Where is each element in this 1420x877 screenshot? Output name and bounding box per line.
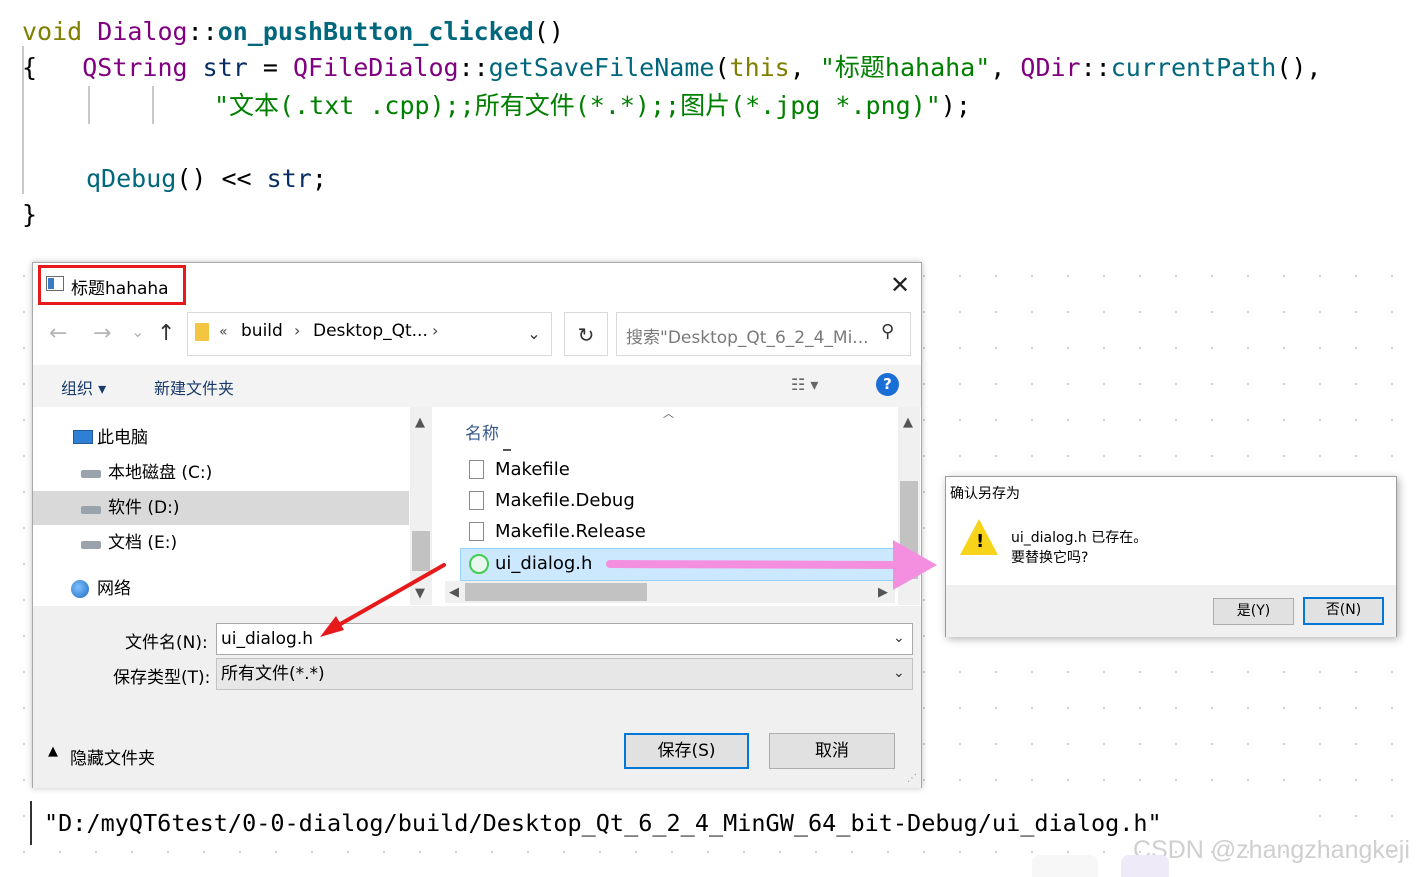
confirm-message-line2: 要替换它吗? bbox=[1011, 550, 1089, 566]
code-line-1: void Dialog::on_pushButton_clicked() bbox=[22, 17, 564, 46]
nav-item-drive-c[interactable]: 本地磁盘 (C:) bbox=[108, 456, 212, 490]
horizontal-scroll-thumb[interactable] bbox=[465, 583, 647, 601]
code-line-3: "文本(.txt .cpp);;所有文件(*.*);;图片(*.jpg *.pn… bbox=[214, 91, 971, 120]
confirm-message-line1: ui_dialog.h 已存在。 bbox=[1011, 530, 1148, 546]
chevron-down-icon[interactable]: ⌄ bbox=[893, 630, 905, 646]
folder-icon bbox=[195, 323, 209, 341]
file-scroll-thumb[interactable] bbox=[900, 481, 918, 579]
no-button[interactable]: 否(N) bbox=[1303, 597, 1384, 625]
confirm-title: 确认另存为 bbox=[950, 486, 1020, 502]
local-disk-icon bbox=[81, 470, 101, 478]
yes-button[interactable]: 是(Y) bbox=[1213, 598, 1294, 625]
nav-scroll-thumb[interactable] bbox=[412, 531, 430, 571]
file-icon bbox=[469, 491, 484, 510]
file-item[interactable]: Makefile.Debug bbox=[495, 486, 635, 516]
watermark: CSDN @zhangzhangkeji bbox=[1133, 836, 1410, 864]
nav-pane-scrollbar[interactable] bbox=[410, 407, 432, 605]
address-dropdown-icon[interactable]: ⌄ bbox=[515, 312, 553, 356]
file-item[interactable]: Makefile.Release bbox=[495, 517, 646, 547]
breadcrumb-sep: › bbox=[294, 321, 301, 340]
bottom-tab[interactable] bbox=[1032, 855, 1098, 877]
nav-item-drive-e[interactable]: 文档 (E:) bbox=[108, 526, 177, 560]
recent-locations-icon[interactable]: ⌄ bbox=[131, 318, 144, 346]
breadcrumb-overflow[interactable]: « bbox=[219, 324, 228, 340]
nav-item-network[interactable]: 网络 bbox=[97, 572, 131, 606]
file-icon bbox=[469, 522, 484, 541]
scroll-up-icon[interactable]: ▲ bbox=[415, 415, 425, 430]
this-pc-icon bbox=[73, 430, 93, 444]
up-arrow-icon[interactable]: ↑ bbox=[157, 320, 175, 348]
scroll-right-icon[interactable]: ▶ bbox=[878, 585, 888, 600]
breadcrumb-sep: › bbox=[432, 321, 439, 340]
view-options-icon[interactable]: ☷ ▾ bbox=[791, 375, 818, 394]
scroll-up-icon[interactable]: ▲ bbox=[903, 415, 913, 430]
file-item-selected[interactable]: ui_dialog.h bbox=[495, 549, 592, 579]
refresh-icon[interactable]: ↻ bbox=[564, 312, 608, 356]
save-button[interactable]: 保存(S) bbox=[624, 733, 749, 769]
partial-row-fragment bbox=[503, 449, 511, 451]
filetype-select[interactable]: 所有文件(*.*) bbox=[216, 658, 913, 690]
sort-indicator-icon: ︿ bbox=[663, 407, 674, 420]
qt-header-file-icon bbox=[469, 554, 489, 574]
confirm-save-as-dialog: 确认另存为 ! ui_dialog.h 已存在。 要替换它吗? 是(Y) 否(N… bbox=[945, 476, 1397, 637]
indent-guide bbox=[88, 86, 90, 124]
filename-label: 文件名(N): bbox=[125, 633, 208, 653]
code-line-4: qDebug() << str; bbox=[86, 164, 327, 193]
scroll-down-icon[interactable]: ▼ bbox=[415, 586, 425, 601]
drive-icon bbox=[81, 506, 101, 514]
code-line-2: { QString str = QFileDialog::getSaveFile… bbox=[22, 53, 1322, 82]
back-arrow-icon[interactable]: ← bbox=[49, 320, 67, 348]
debug-output: "D:/myQT6test/0-0-dialog/build/Desktop_Q… bbox=[30, 801, 1316, 845]
scroll-left-icon[interactable]: ◀ bbox=[449, 585, 459, 600]
resize-grip-icon[interactable]: ⋰ bbox=[907, 773, 917, 784]
new-folder-button[interactable]: 新建文件夹 bbox=[154, 375, 234, 399]
breadcrumb-item[interactable]: build bbox=[241, 321, 283, 341]
network-icon bbox=[71, 580, 89, 598]
nav-item-drive-d[interactable]: 软件 (D:) bbox=[108, 491, 180, 525]
filename-input[interactable]: ui_dialog.h bbox=[216, 623, 913, 655]
dialog-title: 标题hahaha bbox=[71, 279, 169, 299]
file-icon bbox=[469, 460, 484, 479]
file-item[interactable]: Makefile bbox=[495, 455, 570, 485]
code-block: void Dialog::on_pushButton_clicked() { Q… bbox=[16, 6, 1414, 242]
bottom-tab[interactable] bbox=[1121, 855, 1169, 877]
warning-exclamation: ! bbox=[976, 531, 985, 552]
save-file-dialog: 标题hahaha ✕ ← → ⌄ ↑ « build › Desktop_Qt.… bbox=[32, 262, 922, 788]
code-line-5: } bbox=[22, 200, 38, 229]
drive-icon bbox=[81, 541, 101, 549]
indent-guide bbox=[152, 86, 154, 124]
column-header-name[interactable]: 名称 bbox=[465, 419, 499, 444]
cancel-button[interactable]: 取消 bbox=[769, 733, 895, 769]
organize-menu[interactable]: 组织 ▾ bbox=[61, 375, 106, 399]
search-placeholder: 搜索"Desktop_Qt_6_2_4_Mi... bbox=[626, 328, 869, 348]
search-icon[interactable]: ⚲ bbox=[881, 321, 894, 342]
help-icon[interactable]: ? bbox=[876, 373, 899, 396]
close-icon[interactable]: ✕ bbox=[885, 271, 915, 299]
forward-arrow-icon[interactable]: → bbox=[93, 320, 111, 348]
hide-folders-toggle[interactable]: 隐藏文件夹 bbox=[70, 744, 155, 769]
filetype-label: 保存类型(T): bbox=[113, 668, 211, 688]
chevron-down-icon[interactable]: ⌄ bbox=[893, 665, 905, 681]
nav-item-this-pc[interactable]: 此电脑 bbox=[97, 421, 148, 455]
app-window-icon bbox=[46, 276, 64, 291]
chevron-up-icon[interactable]: ▲ bbox=[48, 744, 58, 759]
breadcrumb-item[interactable]: Desktop_Qt... bbox=[313, 321, 428, 341]
